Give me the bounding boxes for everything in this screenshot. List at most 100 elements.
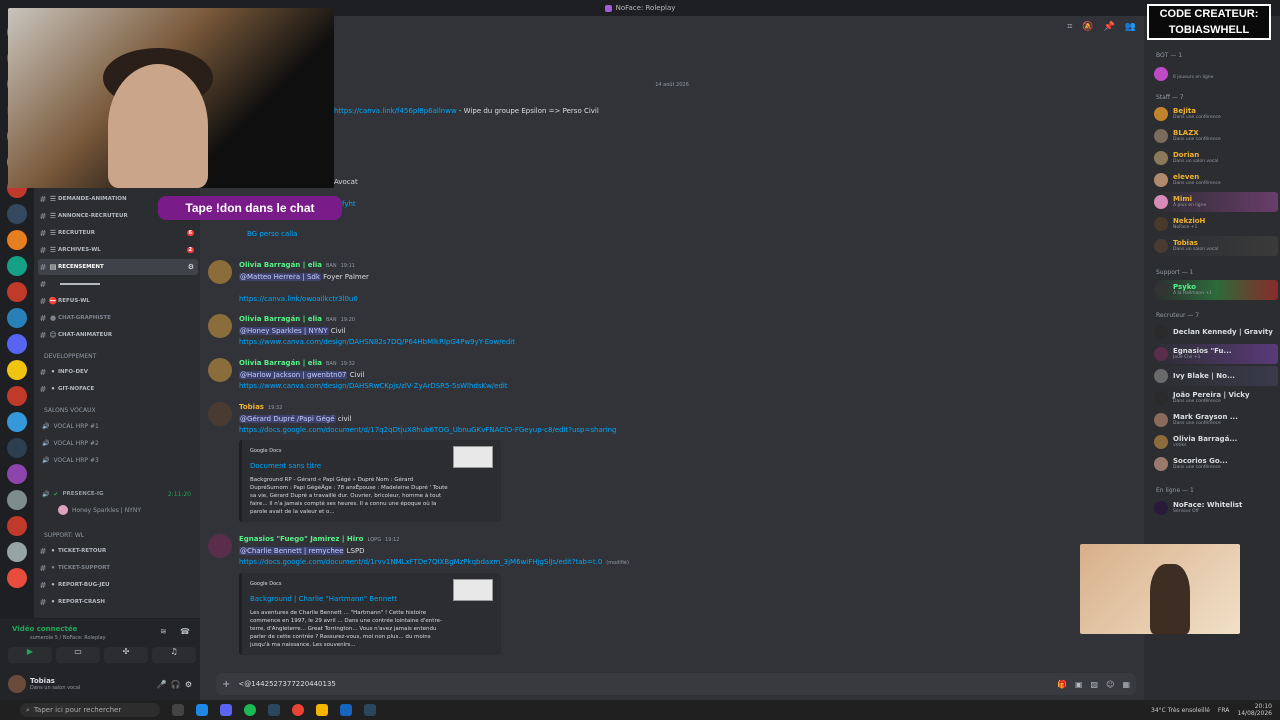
server-icon[interactable] [7,542,27,562]
mute-icon[interactable]: 🔕 [1082,22,1093,32]
spotify-icon[interactable] [244,704,256,716]
message-link[interactable]: BG perso calla [247,230,297,238]
channel-item[interactable]: # • REPORT-BUG-JEU [38,577,198,593]
server-icon[interactable] [7,256,27,276]
channel-item[interactable]: # [38,276,198,292]
user-mention[interactable]: @Harlow Jackson | gwenbtn07 [239,371,348,379]
headphones-icon[interactable]: 🎧 [171,680,181,689]
member-item[interactable]: Tobias Dans un salon vocal [1154,236,1278,256]
pin-icon[interactable]: 📌 [1104,22,1115,32]
message-author[interactable]: Olivia Barragán | elia [239,261,322,269]
member-item[interactable]: Egnasios "Fu... Joue Civi +1 [1154,344,1278,364]
message-author[interactable]: Olivia Barragán | elia [239,315,322,323]
chrome-icon[interactable] [292,704,304,716]
taskbar-search[interactable]: ⌕ Taper ici pour rechercher [20,703,160,717]
message-link[interactable]: fyht [342,200,356,208]
message-input[interactable]: + <@1442527377220440135 🎁 ▣ ▧ ☺ ▦ [216,673,1136,695]
voice-channel[interactable]: 🔊 VOCAL HRP #2 [42,435,197,451]
member-item[interactable]: Socorios Go... Dans une conférence [1154,454,1278,474]
server-icon[interactable] [7,308,27,328]
avatar[interactable] [208,534,232,558]
message-author[interactable]: Tobias [239,403,264,411]
server-icon[interactable] [7,230,27,250]
user-mention[interactable]: @Charlie Bennett | remychee [239,547,345,555]
user-mention[interactable]: @Honey Sparkles | NYNY [239,327,329,335]
voice-user[interactable]: Honey Sparkles | NYNY [58,502,198,518]
edge-icon[interactable] [196,704,208,716]
channel-item[interactable]: # • TICKET-RETOUR [38,543,198,559]
server-icon[interactable] [7,490,27,510]
channel-item[interactable]: # • TICKET-SUPPORT [38,560,198,576]
camera-button[interactable]: ▶ [8,647,52,663]
document-thumbnail[interactable] [453,446,493,468]
avatar[interactable] [208,260,232,284]
channel-item[interactable]: # • INFO-DEV [38,364,198,380]
member-item[interactable]: Olivia Barragá... vntiks [1154,432,1278,452]
message-author[interactable]: Egnasios "Fuego" Jamirez | Hiro [239,535,363,543]
channel-item[interactable]: # ☰ ARCHIVES-WL 2 [38,242,198,258]
discord-icon[interactable] [220,704,232,716]
weather-widget[interactable]: 34°C Très ensoleillé [1151,707,1210,714]
server-icon[interactable] [7,464,27,484]
channel-item[interactable]: # ☰ RECRUTEUR 6 [38,225,198,241]
user-mention[interactable]: @Gérard Dupré /Papi Gégé [239,415,336,423]
server-icon[interactable] [7,334,27,354]
member-item[interactable]: Mark Grayson ... Dans une conférence [1154,410,1278,430]
gift-icon[interactable]: 🎁 [1057,680,1067,689]
server-icon[interactable] [7,412,27,432]
user-mention[interactable]: @Matteo Herrera | Sdk [239,273,321,281]
avatar[interactable] [208,402,232,426]
disconnect-icon[interactable]: ☎ [180,627,190,636]
channel-item-selected[interactable]: # ▤ RECENSEMENT ⚙ [38,259,198,275]
steam-icon[interactable] [268,704,280,716]
clock-time[interactable]: 20:10 [1255,703,1272,710]
member-item[interactable]: BLAZX Dans une conférence [1154,126,1278,146]
server-icon[interactable] [7,516,27,536]
member-item[interactable]: NoFace: Whitelist Serveur Off [1154,498,1278,518]
activities-button[interactable]: ✣ [104,647,148,663]
server-icon[interactable] [7,386,27,406]
message-link[interactable]: https://canva.link/owoailkctr3l0u0 [239,295,358,303]
member-item[interactable]: Bejita Dans une conférence [1154,104,1278,124]
member-item[interactable]: Ivy Blake | No... [1154,366,1278,386]
voice-channel[interactable]: 🔊 VOCAL HRP #1 [42,418,197,434]
member-item[interactable]: eleven Dans une conférence [1154,170,1278,190]
folder-icon[interactable] [316,704,328,716]
sticker-icon[interactable]: ▧ [1091,680,1099,689]
server-icon[interactable] [7,360,27,380]
member-item[interactable]: Dorian Dans un salon vocal [1154,148,1278,168]
category-voice[interactable]: SALONS VOCAUX [44,407,96,414]
message-link[interactable]: https://canva.link/f456pl8p6allnww [334,107,457,115]
settings-icon[interactable]: ⚙ [188,263,194,271]
member-item[interactable]: 6 joueurs en ligne [1154,64,1278,84]
message-link[interactable]: https://www.canva.com/design/DAHSN82s7DQ… [239,338,515,346]
message-link[interactable]: https://docs.google.com/document/d/1rvv1… [239,558,602,566]
channel-item[interactable]: # • REPORT-CRASH [38,594,198,610]
channel-item[interactable]: # ● CHAT-GRAPHISTE [38,310,198,326]
document-thumbnail[interactable] [453,579,493,601]
channel-item[interactable]: # • GIT-NOFACE [38,381,198,397]
message-link[interactable]: https://www.canva.com/design/DAHSRwCKpjs… [239,382,508,390]
gif-icon[interactable]: ▣ [1075,680,1083,689]
member-item[interactable]: João Pereira | Vicky Dans une conférence [1154,388,1278,408]
settings-icon[interactable]: ⚙ [185,680,192,689]
member-item[interactable]: NekzioH NoFace +1 [1154,214,1278,234]
screen-share-button[interactable]: ▭ [56,647,100,663]
category-support[interactable]: SUPPORT: WL [44,532,84,539]
language-indicator[interactable]: FRA [1218,707,1229,714]
avatar[interactable] [8,675,26,693]
message-link[interactable]: https://docs.google.com/document/d/17q2q… [239,426,616,434]
apps-icon[interactable]: ▦ [1122,680,1130,689]
app-icon[interactable] [340,704,352,716]
server-icon[interactable] [7,438,27,458]
members-icon[interactable]: 👥 [1125,22,1136,32]
server-icon[interactable] [7,568,27,588]
channel-item[interactable]: # ☺ CHAT-ANIMATEUR [38,327,198,343]
message-author[interactable]: Olivia Barragán | elia [239,359,322,367]
clock-date[interactable]: 14/08/2026 [1237,710,1272,717]
steam-icon[interactable] [364,704,376,716]
noise-suppression-icon[interactable]: ≋ [160,627,167,636]
server-icon[interactable] [7,282,27,302]
server-icon[interactable] [7,204,27,224]
avatar[interactable] [208,314,232,338]
